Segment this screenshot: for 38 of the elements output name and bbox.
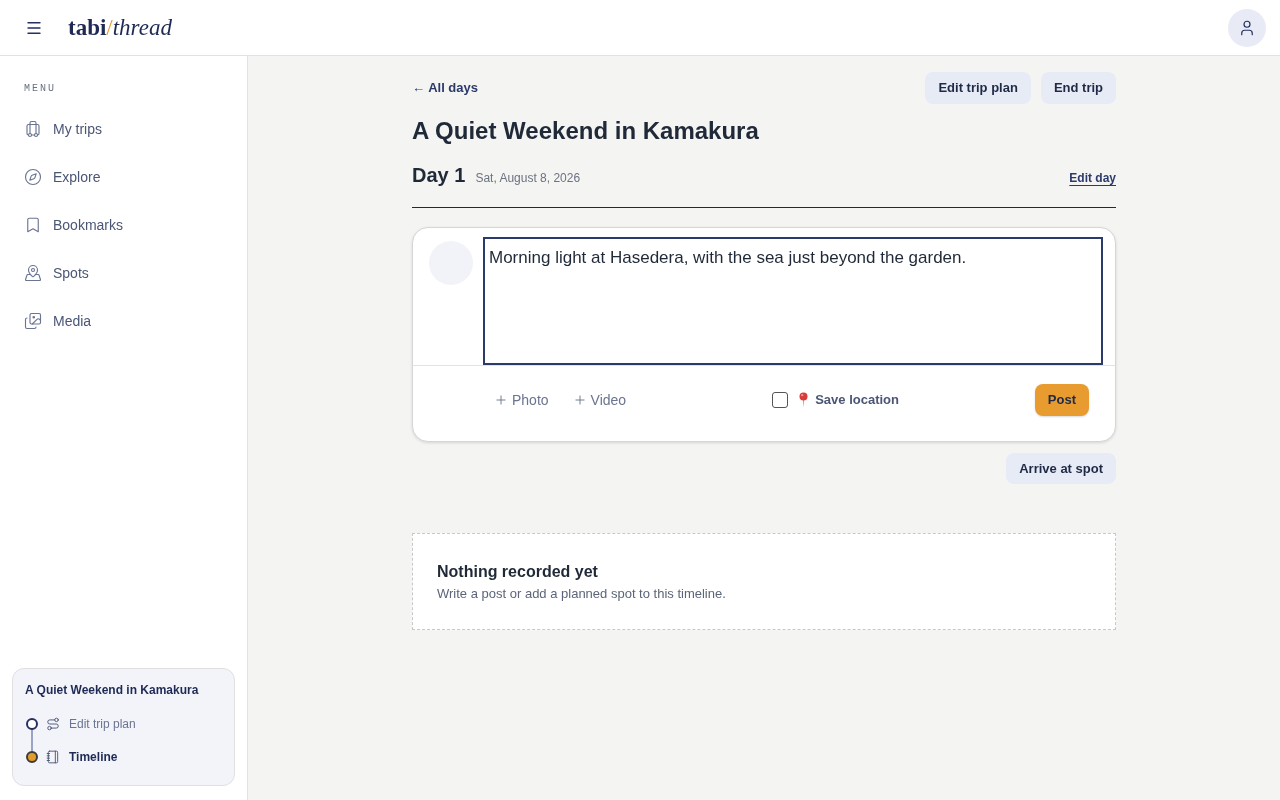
plus-icon <box>494 393 508 407</box>
logo: tabi/thread <box>68 16 172 39</box>
trip-step-link[interactable]: Timeline <box>46 747 118 766</box>
bookmark-icon <box>24 216 42 234</box>
luggage-icon <box>24 120 42 138</box>
trip-title: A Quiet Weekend in Kamakura <box>25 682 200 698</box>
empty-state-title: Nothing recorded yet <box>437 562 599 582</box>
action-button[interactable]: Edit trip plan <box>925 72 1031 104</box>
section-label: MENU <box>24 82 57 96</box>
edit-day-link[interactable]: Edit day <box>1069 169 1116 187</box>
images-icon <box>24 312 42 330</box>
back-link[interactable]: ← All days <box>412 78 478 98</box>
user-icon <box>1238 18 1256 37</box>
map-pin-icon <box>24 264 42 282</box>
save-location-checkbox[interactable] <box>772 392 789 408</box>
day-label: Day 1 <box>412 163 466 188</box>
nav-item[interactable]: Spots <box>12 249 235 297</box>
nav-item[interactable]: Media <box>12 297 235 345</box>
post-text-field[interactable]: Morning light at Hasedera, with the sea just beyond the garden. <box>483 237 1103 365</box>
account-button[interactable] <box>1228 8 1266 47</box>
empty-state-message: Write a post or add a planned spot to this timeline. <box>437 585 727 603</box>
pin-icon <box>798 392 810 408</box>
add-media-button[interactable]: Photo <box>494 389 549 411</box>
nav-item[interactable]: Explore <box>12 153 235 201</box>
action-button[interactable]: End trip <box>1040 72 1116 104</box>
notebook-icon <box>46 749 60 764</box>
arrive-button[interactable]: Arrive at spot <box>1006 453 1116 484</box>
add-media-button[interactable]: Video <box>572 389 627 411</box>
nav-item[interactable]: Bookmarks <box>12 201 235 249</box>
plus-icon <box>572 393 587 407</box>
trip-title: A Quiet Weekend in Kamakura <box>412 116 760 146</box>
compass-icon <box>24 168 42 186</box>
route-icon <box>46 716 60 731</box>
nav-item[interactable]: My trips <box>12 105 235 153</box>
post-button[interactable]: Post <box>1034 384 1089 416</box>
save-location-label: Save location <box>815 391 899 410</box>
trip-step-link[interactable]: Edit trip plan <box>46 714 136 733</box>
day-date: Sat, August 8, 2026 <box>475 170 581 187</box>
